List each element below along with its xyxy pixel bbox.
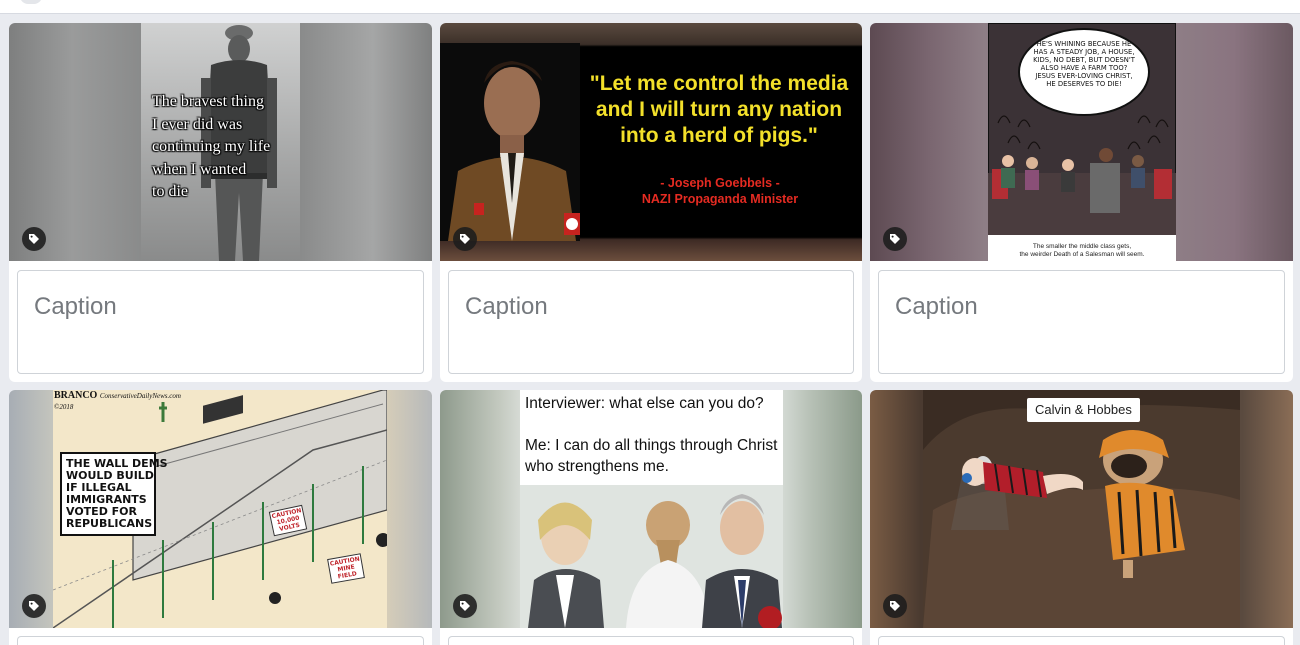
top-bar [0,0,1300,14]
meme-image[interactable]: Calvin & Hobbes [870,390,1293,628]
comic-caption: The smaller the middle class gets, the w… [988,243,1176,259]
tag-button[interactable] [22,227,46,251]
baby-and-dog-photo [923,390,1240,628]
meme-text: The bravest thing I ever did was continu… [152,93,271,200]
meme-image[interactable]: The bravest thing I ever did was continu… [9,23,432,261]
caption-input[interactable] [17,636,424,645]
tag-button[interactable] [453,594,477,618]
tag-icon [890,601,900,611]
attribution-name: - Joseph Goebbels - [660,176,780,190]
meme-card: Calvin & Hobbes [870,390,1293,645]
comic-caption-line: the weirder Death of a Salesman will see… [1019,251,1145,258]
tag-icon [29,234,39,244]
meme-image[interactable]: BRANCO ConservativeDailyNews.com ©2018 T… [9,390,432,628]
comic-caption-line: The smaller the middle class gets, [1032,243,1132,250]
meme-card: BRANCO ConservativeDailyNews.com ©2018 T… [9,390,432,645]
brand-name: BRANCO [54,390,98,401]
photo-label: Calvin & Hobbes [1027,398,1140,422]
meme-image[interactable]: HE'S WHINING BECAUSE HE HAS A STEADY JOB… [870,23,1293,261]
wall-sign: THE WALL DEMS WOULD BUILD IF ILLEGAL IMM… [60,452,168,536]
caption-input[interactable]: Caption [878,270,1285,374]
tag-icon [890,234,900,244]
attribution-role: NAZI Propaganda Minister [641,192,799,206]
meme-card: "Let me control the media and I will tur… [440,23,862,382]
meme-card: Interviewer: what else can you do? Me: I… [440,390,862,645]
tag-icon [29,601,39,611]
tag-button[interactable] [453,227,477,251]
meme-card: HE'S WHINING BECAUSE HE HAS A STEADY JOB… [870,23,1293,382]
caption-input[interactable]: Caption [17,270,424,374]
top-bar-handle [20,0,42,4]
meme-image[interactable]: Interviewer: what else can you do? Me: I… [440,390,862,628]
tag-button[interactable] [883,594,907,618]
caption-input[interactable]: Caption [448,270,854,374]
meme-card: The bravest thing I ever did was continu… [9,23,432,382]
goebbels-portrait [440,43,580,241]
meme-attribution: - Joseph Goebbels - NAZI Propaganda Mini… [620,175,820,207]
brand-year: ©2018 [54,403,74,411]
tag-button[interactable] [22,594,46,618]
tag-button[interactable] [883,227,907,251]
tag-icon [460,601,470,611]
speech-bubble: HE'S WHINING BECAUSE HE HAS A STEADY JOB… [1018,28,1150,116]
tag-icon [460,234,470,244]
caption-input[interactable] [448,636,854,645]
meme-quote: "Let me control the media and I will tur… [589,72,849,147]
brand-site: ConservativeDailyNews.com [99,392,181,400]
meme-text: Interviewer: what else can you do? Me: I… [525,395,778,475]
meme-image[interactable]: "Let me control the media and I will tur… [440,23,862,261]
cartoonist-signature: BRANCO ConservativeDailyNews.com ©2018 [54,390,181,412]
caption-input[interactable] [878,636,1285,645]
